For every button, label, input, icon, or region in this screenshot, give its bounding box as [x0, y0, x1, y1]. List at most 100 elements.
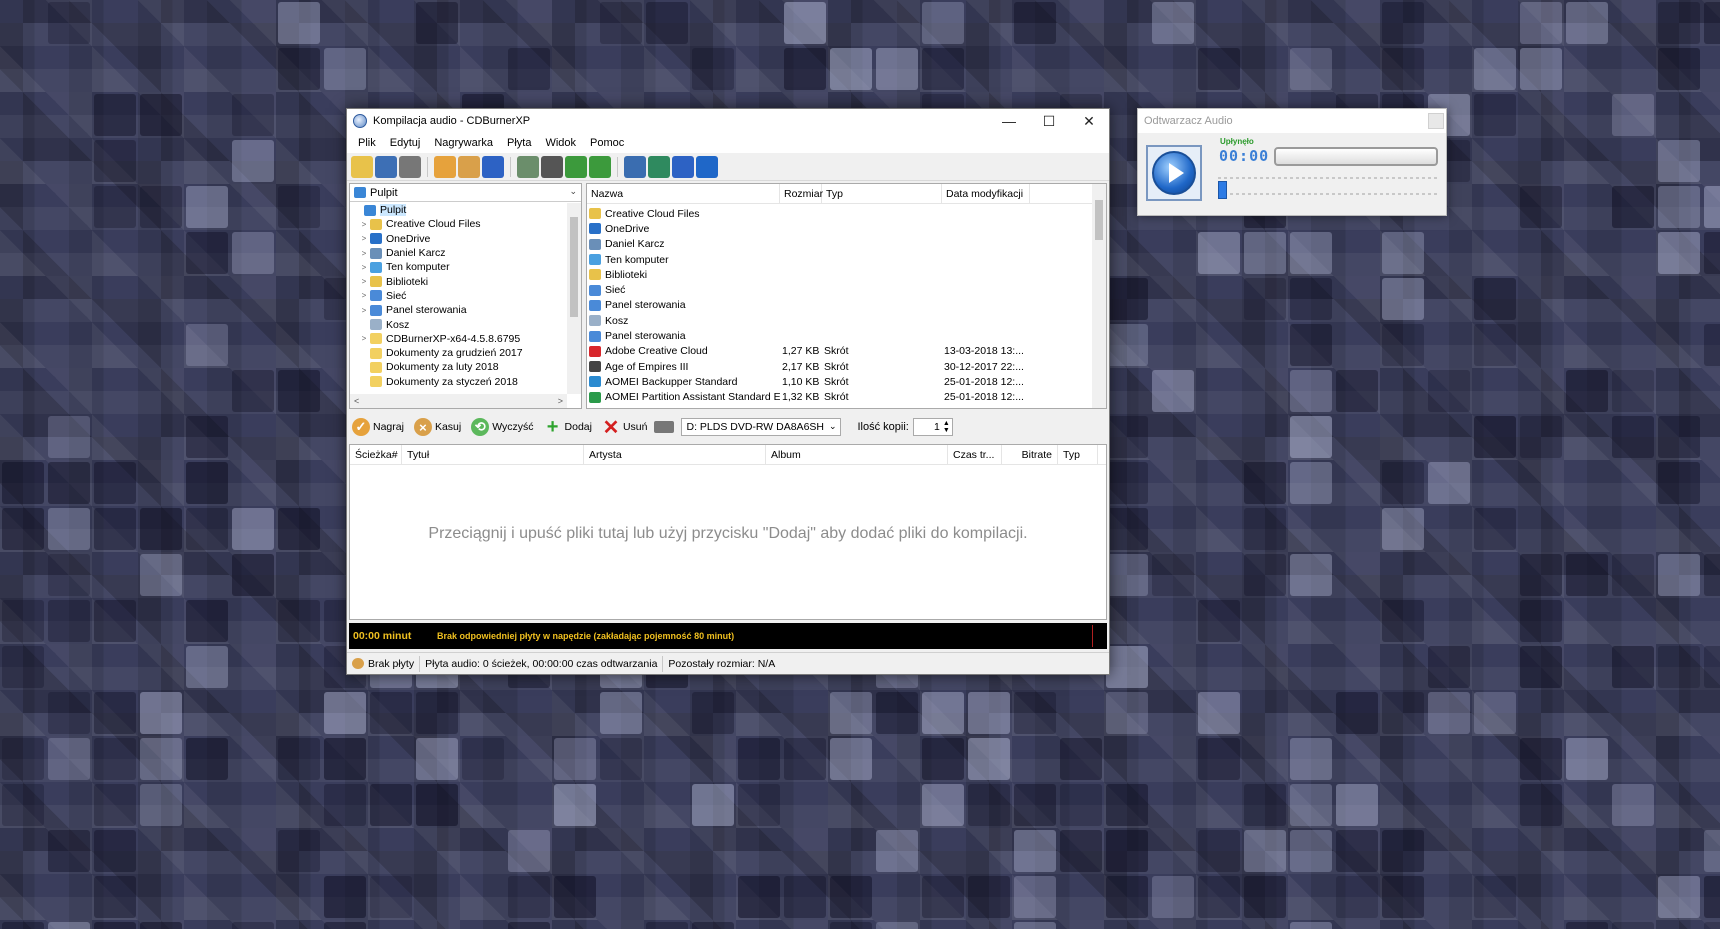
copies-spinner[interactable]: 1 ▲ ▼: [912, 418, 953, 436]
spin-arrows-icon[interactable]: ▲ ▼: [943, 420, 950, 434]
file-row[interactable]: Panel sterowania: [587, 298, 1092, 313]
play-button[interactable]: [1146, 145, 1202, 201]
add-button[interactable]: + Dodaj: [541, 415, 595, 439]
column-duration[interactable]: Czas tr...: [948, 445, 1002, 464]
tree-item[interactable]: > Daniel Karcz: [350, 246, 567, 260]
tree-item[interactable]: > Panel sterowania: [350, 303, 567, 317]
column-name[interactable]: Nazwa: [587, 184, 780, 203]
compilation-header: Ścieżka# Tytuł Artysta Album Czas tr... …: [350, 445, 1106, 465]
delete-x-icon: ✕: [602, 416, 620, 439]
file-cell-text: 1,10 KB: [782, 375, 820, 388]
drive-select[interactable]: D: PLDS DVD-RW DA8A6SH ⌄: [681, 418, 842, 436]
tree-item[interactable]: > Ten komputer: [350, 260, 567, 274]
menu-nagrywarka[interactable]: Nagrywarka: [427, 137, 500, 149]
file-icon: [589, 361, 601, 373]
disc-green-icon[interactable]: [565, 155, 587, 178]
expand-chevron-icon[interactable]: >: [358, 220, 370, 229]
tree-item[interactable]: > OneDrive: [350, 232, 567, 246]
erase-button[interactable]: × Kasuj: [411, 415, 464, 439]
erase-disc-icon[interactable]: [458, 155, 480, 178]
scroll-right-icon[interactable]: >: [558, 396, 563, 406]
menu-plik[interactable]: Plik: [351, 137, 383, 149]
column-title[interactable]: Tytuł: [402, 445, 584, 464]
disc-refresh-icon[interactable]: [589, 155, 611, 178]
tree-item[interactable]: > Biblioteki: [350, 274, 567, 288]
expand-chevron-icon[interactable]: >: [358, 291, 370, 300]
file-row[interactable]: Sieć: [587, 282, 1092, 297]
file-row[interactable]: AOMEI Partition Assistant Standard Editi…: [587, 390, 1092, 405]
compilation-icon[interactable]: [482, 155, 504, 178]
seek-slider-handle[interactable]: [1218, 181, 1227, 199]
tree-item[interactable]: Kosz: [350, 317, 567, 331]
file-cell-name: OneDrive: [587, 223, 780, 235]
compilation-list[interactable]: Ścieżka# Tytuł Artysta Album Czas tr... …: [349, 444, 1107, 620]
file-list-panel: Nazwa Rozmiar Typ Data modyfikacji Creat…: [586, 183, 1107, 409]
location-combo-value: Pulpit: [370, 186, 398, 199]
file-list-scrollbar[interactable]: [1092, 184, 1106, 408]
file-row[interactable]: Adobe Creative Cloud 1,27 KB Skrót 13-03-20…: [587, 344, 1092, 359]
scroll-left-icon[interactable]: <: [354, 396, 359, 406]
scrollbar-thumb[interactable]: [1095, 200, 1103, 240]
player-close-button[interactable]: [1428, 113, 1444, 129]
expand-chevron-icon[interactable]: >: [358, 334, 370, 343]
menu-pomoc[interactable]: Pomoc: [583, 137, 631, 149]
menu-widok[interactable]: Widok: [538, 137, 583, 149]
file-icon: [589, 376, 601, 388]
clear-button[interactable]: ⟲ Wyczyść: [468, 415, 536, 439]
column-type[interactable]: Typ: [822, 184, 942, 203]
burn-disc-icon[interactable]: [434, 155, 456, 178]
tree-item[interactable]: Dokumenty za grudzień 2017: [350, 346, 567, 360]
player-title-bar[interactable]: Odtwarzacz Audio: [1138, 109, 1446, 133]
file-row[interactable]: Creative Cloud Files: [587, 206, 1092, 221]
print-icon[interactable]: [399, 155, 421, 178]
burn-button[interactable]: ✓ Nagraj: [349, 415, 407, 439]
globe-icon[interactable]: [648, 155, 670, 178]
expand-chevron-icon[interactable]: >: [358, 263, 370, 272]
tree-vertical-scrollbar[interactable]: [567, 203, 581, 394]
file-row[interactable]: Kosz: [587, 313, 1092, 328]
plus-icon: +: [546, 415, 559, 438]
tree-item[interactable]: > CDBurnerXP-x64-4.5.8.6795: [350, 332, 567, 346]
save-icon[interactable]: [375, 155, 397, 178]
scrollbar-thumb[interactable]: [570, 217, 578, 317]
title-bar[interactable]: Kompilacja audio - CDBurnerXP — ☐ ✕: [347, 109, 1109, 133]
tree-item[interactable]: > Creative Cloud Files: [350, 217, 567, 231]
menu-edytuj[interactable]: Edytuj: [383, 137, 428, 149]
expand-chevron-icon[interactable]: >: [358, 277, 370, 286]
column-bitrate[interactable]: Bitrate: [1002, 445, 1058, 464]
column-modified[interactable]: Data modyfikacji: [942, 184, 1030, 203]
column-type[interactable]: Typ: [1058, 445, 1098, 464]
column-track[interactable]: Ścieżka#: [350, 445, 402, 464]
drive-icon[interactable]: [541, 155, 563, 178]
tree-item[interactable]: Pulpit: [350, 203, 567, 217]
tree-horizontal-scrollbar[interactable]: < >: [350, 394, 567, 408]
playback-progress[interactable]: [1274, 147, 1438, 166]
remove-button[interactable]: ✕ Usuń: [599, 415, 651, 439]
help-icon[interactable]: [672, 155, 694, 178]
info-icon[interactable]: [696, 155, 718, 178]
column-size[interactable]: Rozmiar: [780, 184, 823, 203]
tree-item[interactable]: Dokumenty za styczeń 2018: [350, 375, 567, 389]
file-row[interactable]: Panel sterowania: [587, 328, 1092, 343]
menu-plyta[interactable]: Płyta: [500, 137, 538, 149]
file-row[interactable]: Ten komputer: [587, 252, 1092, 267]
tree-item[interactable]: Dokumenty za luty 2018: [350, 360, 567, 374]
minimize-button[interactable]: —: [989, 109, 1029, 133]
settings-gear-icon[interactable]: [624, 155, 646, 178]
column-artist[interactable]: Artysta: [584, 445, 766, 464]
file-row[interactable]: OneDrive: [587, 221, 1092, 236]
expand-chevron-icon[interactable]: >: [358, 249, 370, 258]
expand-chevron-icon[interactable]: >: [358, 306, 370, 315]
expand-chevron-icon[interactable]: >: [358, 234, 370, 243]
file-row[interactable]: Age of Empires III 2,17 KB Skrót 30-12-2017…: [587, 359, 1092, 374]
file-row[interactable]: AOMEI Backupper Standard 1,10 KB Skrót 25-0…: [587, 374, 1092, 389]
new-folder-icon[interactable]: [351, 155, 373, 178]
column-album[interactable]: Album: [766, 445, 948, 464]
maximize-button[interactable]: ☐: [1029, 109, 1069, 133]
copy-disc-icon[interactable]: [517, 155, 539, 178]
location-combo[interactable]: Pulpit ⌄: [350, 184, 581, 202]
close-button[interactable]: ✕: [1069, 109, 1109, 133]
file-row[interactable]: Biblioteki: [587, 267, 1092, 282]
tree-item[interactable]: > Sieć: [350, 289, 567, 303]
file-row[interactable]: Daniel Karcz: [587, 237, 1092, 252]
